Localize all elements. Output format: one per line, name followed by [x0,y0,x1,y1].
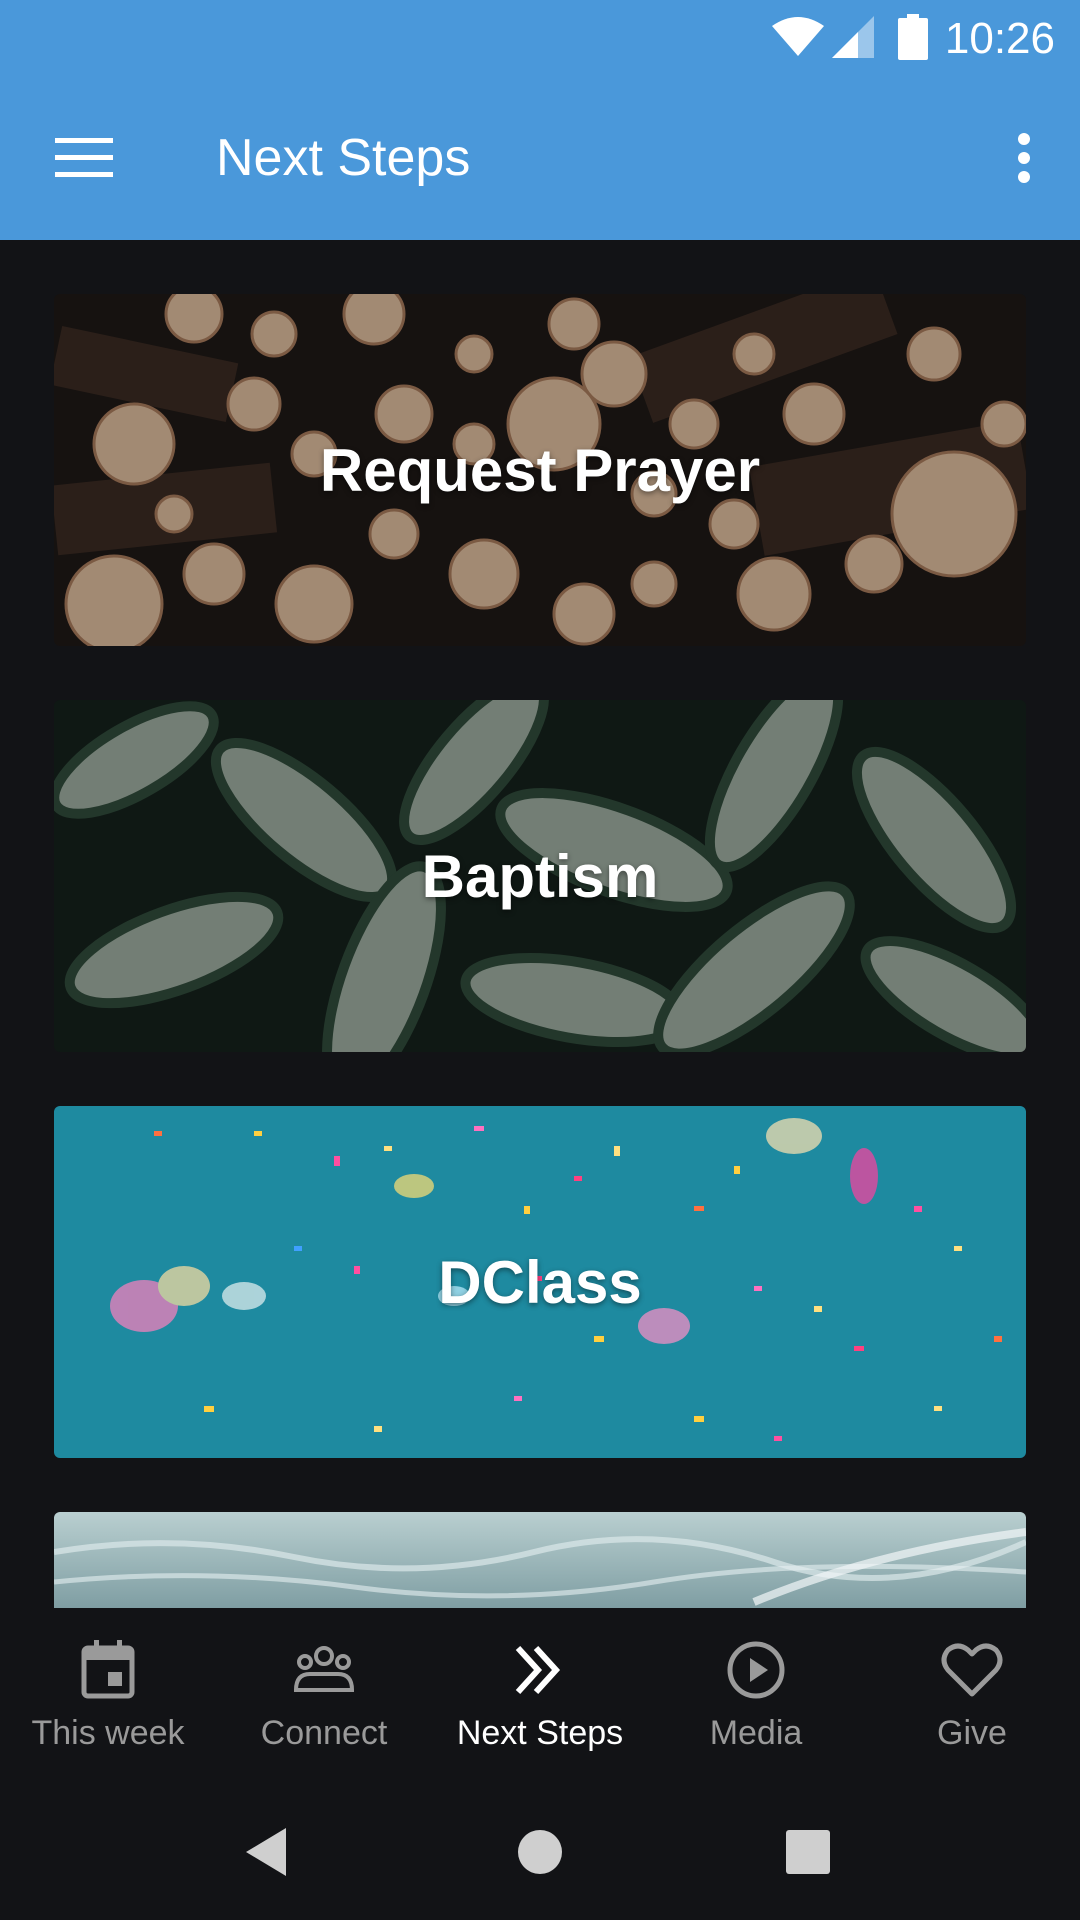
card-title: DClass [438,1248,642,1316]
card-title [54,1512,1026,1608]
calendar-icon [81,1640,135,1699]
nav-label: This week [31,1714,185,1752]
people-icon [293,1646,355,1692]
battery-icon [898,14,928,60]
heart-icon [941,1643,1003,1697]
app-bar: 10:26 Next Steps [0,0,1080,240]
next-steps-list: Request Prayer Baptism DClass [0,240,1080,1608]
recents-icon[interactable] [778,1822,838,1882]
status-time: 10:26 [944,14,1055,63]
card-request-prayer[interactable]: Request Prayer [54,294,1026,646]
status-bar: 10:26 [0,0,1080,78]
card-water[interactable] [54,1512,1026,1608]
cell-signal-icon [832,16,874,58]
nav-this-week[interactable]: This week [0,1608,216,1780]
nav-label: Give [937,1714,1007,1752]
nav-label: Next Steps [456,1714,624,1752]
page-title: Next Steps [216,129,471,187]
overflow-menu-button[interactable] [992,120,1056,196]
nav-label: Media [709,1714,803,1752]
nav-media[interactable]: Media [648,1608,864,1780]
nav-give[interactable]: Give [864,1608,1080,1780]
more-vert-icon [1018,133,1030,183]
nav-label: Connect [260,1714,388,1752]
card-dclass[interactable]: DClass [54,1106,1026,1458]
system-navigation-bar [0,1780,1080,1920]
wifi-icon [772,17,824,56]
nav-connect[interactable]: Connect [216,1608,432,1780]
card-title: Baptism [421,842,659,910]
back-icon[interactable] [238,1822,298,1882]
nav-next-steps[interactable]: Next Steps [432,1608,648,1780]
double-chevron-icon [515,1645,561,1695]
bottom-navigation: This week Connect Next Steps Media Give [0,1608,1080,1780]
hamburger-menu-icon [55,138,113,177]
card-title: Request Prayer [319,436,761,504]
menu-button[interactable] [34,120,134,196]
home-icon[interactable] [510,1822,570,1882]
card-baptism[interactable]: Baptism [54,700,1026,1052]
play-circle-icon [727,1641,785,1699]
toolbar: Next Steps [0,78,1080,240]
